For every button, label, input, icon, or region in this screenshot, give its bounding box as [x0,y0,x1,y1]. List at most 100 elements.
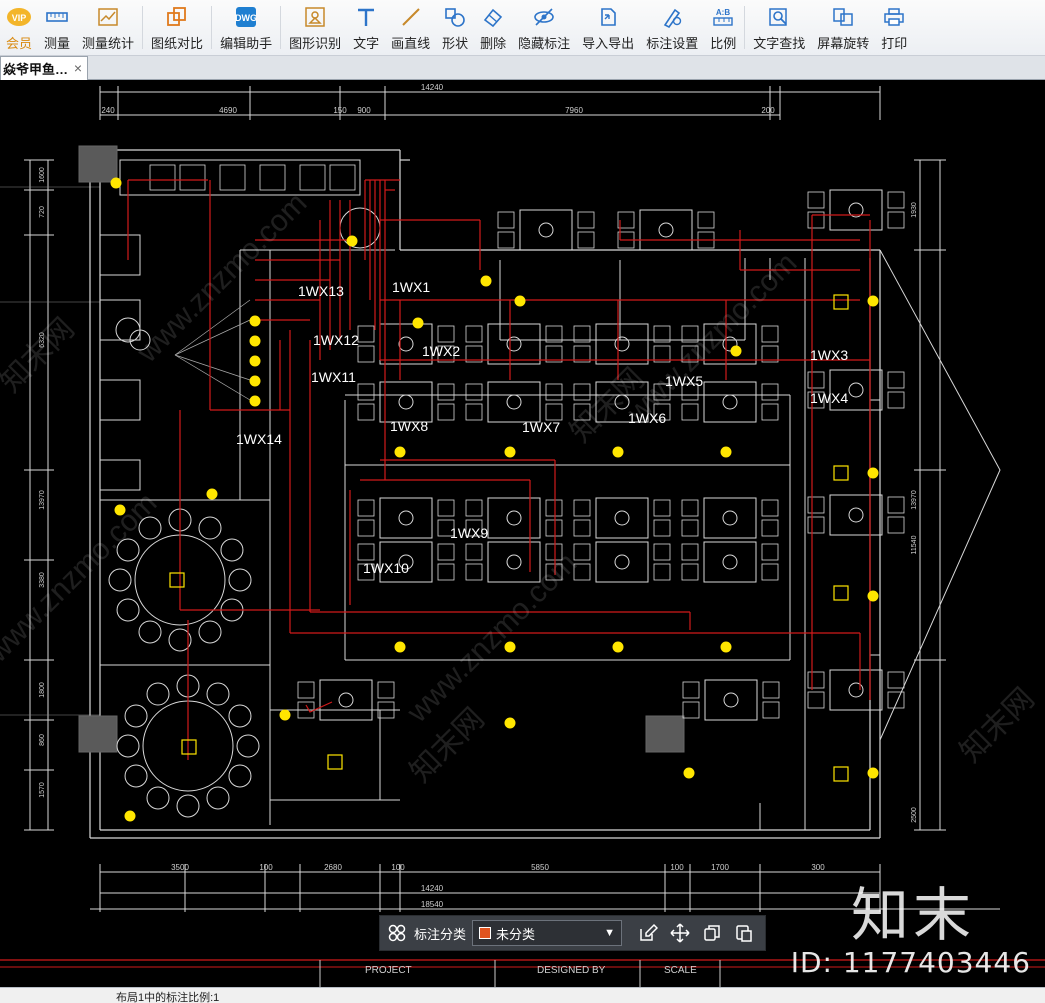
dining-table [595,541,649,583]
chair [697,211,715,229]
equipment [99,234,141,276]
table-center [614,394,630,410]
circuit-label: 1WX3 [810,347,849,363]
chair [228,704,252,728]
chair [761,403,779,421]
dining-table [319,679,373,721]
chair [497,231,515,249]
edit-annotation-button[interactable] [632,916,664,950]
measure-button[interactable]: 测量 [38,0,76,56]
edit-assistant-button[interactable]: DWG 编辑助手 [214,0,278,56]
chair [357,345,375,363]
cad-line [174,354,251,401]
hide-annotations-button[interactable]: 隐藏标注 [512,0,576,56]
table-center [338,692,354,708]
appliance [329,164,356,191]
delete-label: 删除 [480,36,507,51]
grid-icon[interactable] [380,916,414,950]
structural-column [78,145,118,183]
light-fixture [279,709,291,721]
chart-icon [95,4,121,30]
table-center [506,554,522,570]
scale-label: 比例 [710,36,737,51]
title-block-text: DESIGNED BY [537,965,606,976]
light-fixture [683,767,695,779]
dining-table [379,381,433,423]
dimension-text: 1600 [39,167,46,183]
circuit-label: 1WX13 [298,283,344,299]
rotate-screen-button[interactable]: 屏幕旋转 [811,0,875,56]
light-fixture [394,641,406,653]
light-fixture [504,641,516,653]
dimension-text: 3500 [171,863,189,872]
copy-icon [704,925,720,941]
find-text-icon [766,4,792,30]
appliance [179,164,206,191]
chair [653,543,671,561]
title-block-text: PROJECT [365,965,412,976]
chair [206,682,230,706]
chair [228,764,252,788]
chair [887,496,905,514]
import-export-button[interactable]: 导入导出 [576,0,640,56]
scale-button[interactable]: A:B 比例 [704,0,742,56]
chair [357,543,375,561]
light-fixture [504,717,516,729]
equipment [99,379,141,421]
chair [807,516,825,534]
chair [198,620,222,644]
drawing-canvas[interactable]: 14240 240 4690 150 900 7960 200 3500 100 2680 100 5… [0,81,1045,987]
title-block-text: SCALE [664,965,697,976]
chair [176,794,200,818]
chair [653,563,671,581]
chair [465,543,483,561]
annotation-category-select[interactable]: 未分类 ▼ [472,920,623,946]
compare-button[interactable]: 图纸对比 [145,0,209,56]
chair [437,403,455,421]
dimension-text: 2500 [911,807,918,823]
delete-button[interactable]: 删除 [474,0,512,56]
toolbar-divider [142,6,144,49]
dimension-text: 3380 [39,572,46,588]
vip-button[interactable]: VIP 会员 [0,0,38,56]
circuit-label: 1WX10 [363,560,409,576]
print-button[interactable]: 打印 [875,0,913,56]
compare-icon [164,4,190,30]
copy-annotation-button[interactable] [696,916,728,950]
annotation-settings-button[interactable]: 标注设置 [640,0,704,56]
paste-annotation-button[interactable] [728,916,760,950]
circuit-label: 1WX8 [390,418,429,434]
find-text-button[interactable]: 文字查找 [747,0,811,56]
table-center [658,222,674,238]
light-fixture [124,810,136,822]
edit-assistant-label: 编辑助手 [220,36,273,51]
move-annotation-button[interactable] [664,916,696,950]
light-fixture [206,488,218,500]
dimension-text: 2680 [324,863,342,872]
cad-line [174,299,251,356]
shape-recognize-button[interactable]: 图形识别 [283,0,347,56]
dimension-text: 7960 [565,106,583,115]
light-fixture [110,177,122,189]
document-tab[interactable]: 焱爷甲鱼… × [0,56,88,80]
shapes-button[interactable]: 形状 [436,0,474,56]
dimension-text: 900 [357,106,371,115]
category-selected-value: 未分类 [496,926,536,942]
dimension-text: 14240 [421,884,444,893]
chair [545,403,563,421]
close-icon[interactable]: × [74,60,82,76]
dining-table [639,209,693,251]
circuit-label: 1WX1 [392,279,431,295]
chair [465,563,483,581]
ruler-icon [44,4,70,30]
draw-line-button[interactable]: 画直线 [385,0,436,56]
text-button[interactable]: 文字 [347,0,385,56]
dimension-text: 6320 [39,332,46,348]
dining-table [487,541,541,583]
chair [357,383,375,401]
measure-stats-button[interactable]: 测量统计 [76,0,140,56]
chair [357,519,375,537]
light-fixture [514,295,526,307]
light-fixture [612,641,624,653]
watermark-brand: 知末 [850,881,975,949]
